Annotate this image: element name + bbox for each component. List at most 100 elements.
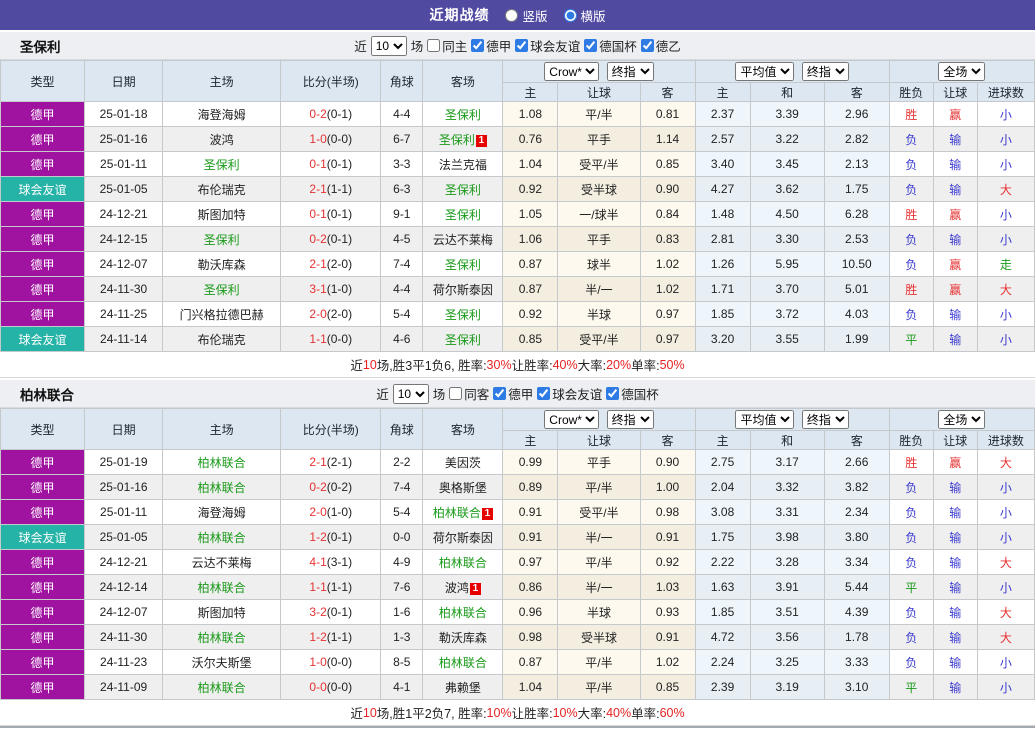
summary-text: 场,胜3平1负6, 胜率:	[376, 359, 487, 373]
avg-away-odds: 10.50	[823, 251, 890, 277]
match-row: 德甲 25-01-11 海登海姆 2-0(1-0) 5-4 柏林联合 1 0.91 受平/半 0.…	[0, 499, 1035, 525]
league-filter-checkbox-label[interactable]: 球会友谊	[537, 384, 602, 403]
match-row: 球会友谊 24-11-14 布伦瑞克 1-1(0-0) 4-6 圣保利 0.85 受平/半 0.…	[0, 326, 1035, 352]
avg-home-odds: 1.26	[694, 251, 751, 277]
handicap-away-odds: 0.97	[639, 326, 696, 352]
avg-source-select[interactable]: 平均值	[735, 62, 795, 81]
league-filter-checkbox-label[interactable]: 德乙	[640, 36, 681, 55]
odds-stage-select[interactable]: 终指	[606, 410, 654, 429]
result-handicap: 输	[932, 226, 978, 252]
result-outcome: 胜	[888, 276, 934, 302]
avg-stage-select[interactable]: 终指	[801, 62, 849, 81]
league-filter-checkbox[interactable]	[471, 39, 485, 52]
handicap-home-odds: 0.89	[502, 474, 559, 500]
same-venue-checkbox-label[interactable]: 同主	[427, 36, 467, 55]
home-team: 柏林联合	[162, 474, 282, 500]
league-filter-checkbox[interactable]	[537, 387, 551, 400]
same-venue-checkbox[interactable]	[427, 39, 441, 52]
away-team-name: 波鸿	[444, 580, 469, 595]
home-team-name: 柏林联合	[197, 480, 246, 495]
layout-radio-vertical-label[interactable]: 竖版	[505, 6, 548, 25]
same-venue-checkbox-label[interactable]: 同客	[449, 384, 489, 403]
layout-radio-vertical-text: 竖版	[522, 9, 548, 24]
score-cell: 2-1(2-0)	[280, 251, 382, 277]
odds-company-select[interactable]: Crow*	[544, 410, 600, 429]
away-team-name: 柏林联合	[432, 505, 481, 520]
score-cell: 1-1(1-1)	[280, 574, 382, 600]
league-filter-checkbox[interactable]	[640, 39, 654, 52]
league-type-cell: 德甲	[0, 599, 86, 625]
league-filter-checkbox-label[interactable]: 德甲	[493, 384, 533, 403]
avg-stage-select[interactable]: 终指	[801, 410, 849, 429]
result-handicap: 输	[932, 176, 978, 202]
league-filter-text: 德乙	[655, 40, 681, 54]
handicap-away-odds: 0.93	[639, 599, 696, 625]
league-filter-checkbox-label[interactable]: 德国杯	[584, 36, 637, 55]
match-date: 24-12-07	[84, 251, 164, 277]
league-filter-checkbox[interactable]	[606, 387, 620, 400]
handicap-line: 平/半	[557, 674, 641, 700]
fullmatch-select[interactable]: 全场	[938, 410, 986, 429]
home-team: 圣保利	[162, 276, 282, 302]
away-team: 圣保利	[422, 176, 504, 202]
odds-company-select[interactable]: Crow*	[544, 62, 600, 81]
result-goals: 小	[976, 574, 1035, 600]
result-goals: 大	[976, 624, 1035, 650]
score-cell: 0-2(0-1)	[280, 101, 382, 127]
layout-radio-horizontal[interactable]	[563, 8, 577, 22]
league-filter-checkbox[interactable]	[493, 387, 507, 400]
result-goals: 小	[976, 101, 1035, 127]
same-venue-checkbox[interactable]	[449, 387, 463, 400]
match-row: 德甲 24-12-07 勒沃库森 2-1(2-0) 7-4 圣保利 0.87 球半 1.02 1.…	[0, 251, 1035, 277]
col-corners: 角球	[380, 60, 424, 102]
avg-home-odds: 2.39	[694, 674, 751, 700]
layout-radio-vertical[interactable]	[505, 8, 519, 22]
league-filter-checkbox[interactable]	[515, 39, 529, 52]
avg-draw-odds: 5.95	[749, 251, 825, 277]
avg-source-select[interactable]: 平均值	[735, 410, 795, 429]
score-cell: 1-0(0-0)	[280, 649, 382, 675]
result-outcome: 胜	[888, 449, 934, 475]
corners-cell: 4-1	[380, 674, 424, 700]
home-team-name: 布伦瑞克	[197, 332, 246, 347]
handicap-group-header: Crow* 终指	[502, 408, 696, 431]
avg-draw-odds: 3.56	[749, 624, 825, 650]
handicap-line: 受平/半	[557, 326, 641, 352]
handicap-line: 受平/半	[557, 499, 641, 525]
recent-count-select[interactable]: 10	[370, 35, 407, 56]
odds-stage-select[interactable]: 终指	[606, 62, 654, 81]
layout-radio-horizontal-label[interactable]: 横版	[563, 6, 606, 25]
red-card-badge: 1	[469, 582, 481, 595]
home-team: 柏林联合	[162, 524, 282, 550]
handicap-home-odds: 0.92	[502, 176, 559, 202]
fullmatch-select[interactable]: 全场	[938, 62, 986, 81]
league-filter-checkbox-label[interactable]: 德甲	[471, 36, 511, 55]
league-filter-checkbox-label[interactable]: 球会友谊	[515, 36, 580, 55]
fulltime-score: 2-0	[309, 505, 327, 519]
home-team: 云达不莱梅	[162, 549, 282, 575]
league-type-cell: 球会友谊	[0, 176, 86, 202]
league-type-cell: 德甲	[0, 126, 86, 152]
league-type-cell: 德甲	[0, 499, 86, 525]
away-team-name: 美因茨	[444, 455, 481, 470]
halftime-score: (0-0)	[326, 655, 353, 669]
away-team-name: 柏林联合	[438, 605, 487, 620]
score-cell: 0-2(0-2)	[280, 474, 382, 500]
result-handicap: 输	[932, 499, 978, 525]
recent-count-select[interactable]: 10	[392, 383, 429, 404]
red-card-badge: 1	[475, 134, 487, 147]
corners-cell: 6-7	[380, 126, 424, 152]
avg-home-odds: 2.57	[694, 126, 751, 152]
league-filter-checkbox[interactable]	[584, 39, 598, 52]
avg-away-odds: 2.34	[823, 499, 890, 525]
results-tbody: 德甲 25-01-18 海登海姆 0-2(0-1) 4-4 圣保利 1.08 平/半 0.81 2…	[0, 101, 1035, 352]
avg-home-odds: 1.85	[694, 301, 751, 327]
fulltime-score: 2-1	[309, 182, 327, 196]
result-group-header: 全场	[888, 60, 1035, 83]
handicap-line: 平手	[557, 226, 641, 252]
league-filter-checkbox-label[interactable]: 德国杯	[606, 384, 659, 403]
result-goals: 小	[976, 301, 1035, 327]
match-row: 德甲 24-11-25 门兴格拉德巴赫 2-0(2-0) 5-4 圣保利 0.92 半球 0.9…	[0, 301, 1035, 327]
handicap-away-odds: 1.02	[639, 649, 696, 675]
avg-home-odds: 3.20	[694, 326, 751, 352]
